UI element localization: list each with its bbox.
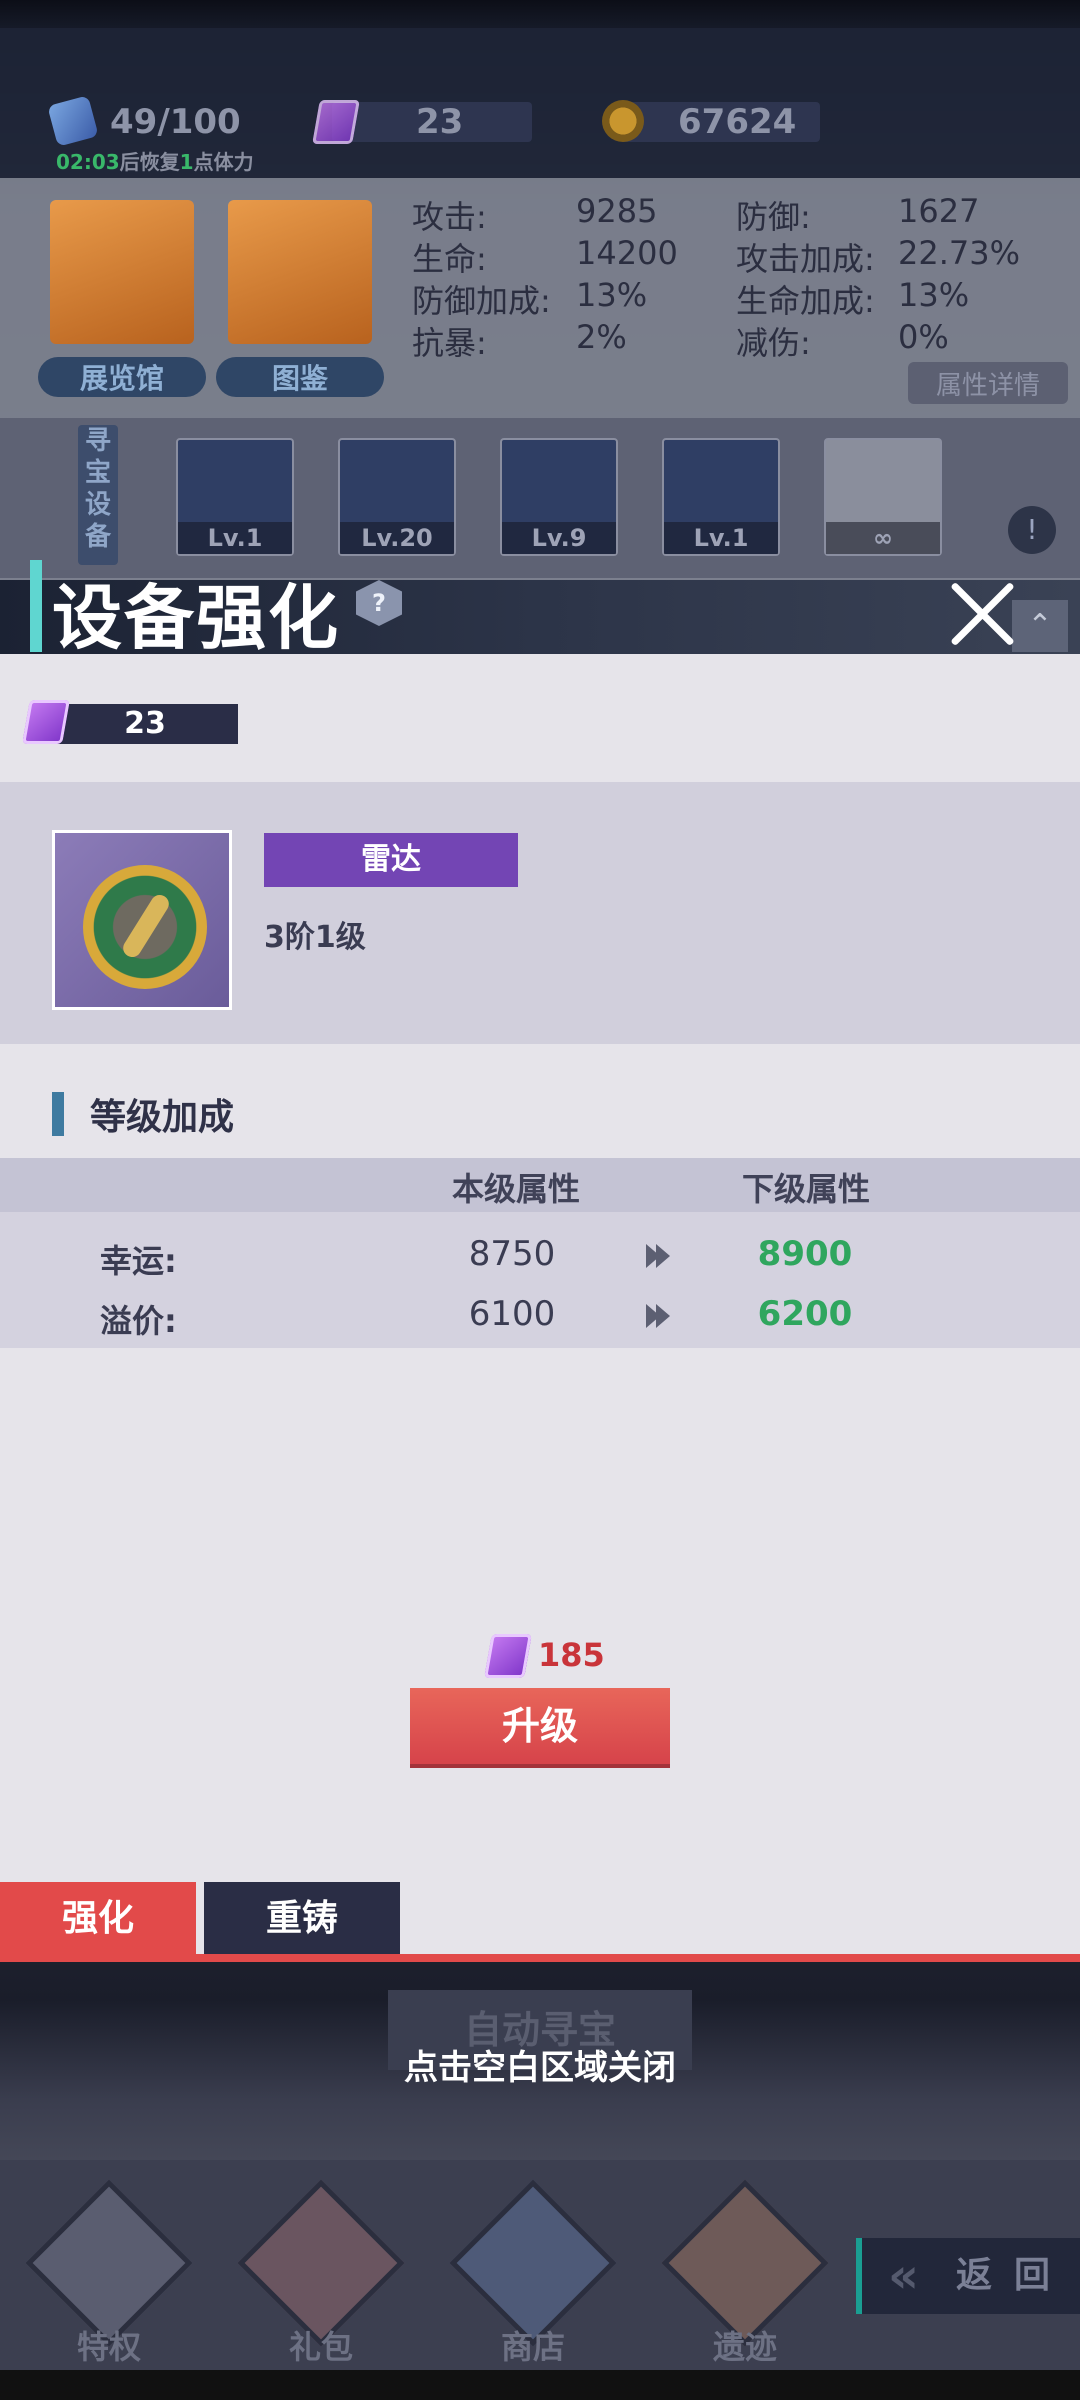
nav-privilege[interactable]: 特权: [24, 2179, 194, 2366]
stat-value: 13%: [576, 276, 648, 314]
tab-enhance[interactable]: 强化: [0, 1882, 196, 1956]
stat-value: 22.73%: [898, 234, 1021, 272]
attribute-current: 8750: [468, 1234, 556, 1274]
attribute-label: 溢价:: [100, 1302, 177, 1340]
nav-ruins[interactable]: 遗迹: [660, 2179, 830, 2366]
exhibition-hall-icon[interactable]: [50, 200, 194, 344]
info-icon[interactable]: !: [1008, 506, 1056, 554]
back-label: 返回: [956, 2255, 1073, 2296]
equipment-slot-lens[interactable]: Lv.9: [500, 438, 618, 556]
gem-value: 23: [416, 102, 464, 142]
codex-button[interactable]: 图鉴: [216, 357, 384, 397]
attribute-next: 6200: [757, 1294, 853, 1334]
upgrade-cost: 185: [538, 1636, 605, 1674]
gem-icon: [312, 100, 360, 144]
title-accent-bar: [30, 560, 42, 652]
equipment-level: ∞: [826, 522, 940, 554]
equipment-level: Lv.1: [664, 522, 778, 554]
equipment-level: Lv.1: [178, 522, 292, 554]
stat-value: 0%: [898, 318, 949, 356]
treasure-equipment-tab[interactable]: 寻宝设备: [78, 425, 118, 565]
equipment-slot-box[interactable]: Lv.20: [338, 438, 456, 556]
codex-icon[interactable]: [228, 200, 372, 344]
double-arrow-icon: [646, 1300, 676, 1330]
stat-value: 2%: [576, 318, 627, 356]
equipment-slot-compass[interactable]: Lv.1: [176, 438, 294, 556]
exhibition-hall-button[interactable]: 展览馆: [38, 357, 206, 397]
stat-label: 攻击加成:: [736, 240, 875, 278]
attribute-current: 6100: [468, 1294, 556, 1334]
stat-label: 抗暴:: [412, 324, 487, 362]
stat-label: 攻击:: [412, 198, 487, 236]
stamina-value: 49/100: [110, 102, 241, 142]
stat-value: 1627: [898, 192, 980, 230]
coin-resource: 67624: [600, 98, 820, 146]
stat-label: 生命加成:: [736, 282, 875, 320]
modal-title: 设备强化: [52, 577, 340, 659]
upgrade-button[interactable]: 升级: [410, 1688, 670, 1764]
stat-value: 13%: [898, 276, 970, 314]
nav-label: 遗迹: [712, 2328, 777, 2366]
stamina-timer: 02:03后恢复1点体力: [56, 150, 254, 174]
stamina-resource: 49/100: [47, 95, 250, 147]
column-next: 下级属性: [742, 1170, 871, 1208]
nav-label: 礼包: [288, 2328, 353, 2366]
stamina-icon: [47, 95, 99, 147]
gem-resource: 23: [312, 98, 532, 146]
item-tier: 3阶1级: [264, 920, 366, 955]
stat-label: 生命:: [412, 240, 487, 278]
stat-label: 防御:: [736, 198, 811, 236]
double-chevron-left-icon: «: [888, 2248, 920, 2304]
coin-value: 67624: [678, 102, 797, 142]
equipment-slot-map[interactable]: ∞: [824, 438, 942, 556]
stat-value: 14200: [576, 234, 678, 272]
tabs-underline: [0, 1954, 1080, 1962]
column-current: 本级属性: [452, 1170, 581, 1208]
attribute-label: 幸运:: [100, 1242, 177, 1280]
back-button[interactable]: « 返回: [856, 2238, 1080, 2314]
attribute-next: 8900: [757, 1234, 853, 1274]
close-icon[interactable]: [945, 576, 1021, 652]
double-arrow-icon: [646, 1240, 676, 1270]
close-hint: 点击空白区域关闭: [404, 2048, 676, 2088]
nav-gift-pack[interactable]: 礼包: [236, 2179, 406, 2366]
gem-icon: [484, 1634, 532, 1678]
equipment-level: Lv.9: [502, 522, 616, 554]
equipment-slot-scope[interactable]: Lv.1: [662, 438, 780, 556]
nav-label: 商店: [500, 2328, 565, 2366]
attribute-details-button[interactable]: 属性详情: [908, 362, 1068, 404]
tab-reforge[interactable]: 重铸: [204, 1882, 400, 1956]
stat-value: 9285: [576, 192, 658, 230]
nav-label: 特权: [76, 2328, 141, 2366]
section-title: 等级加成: [90, 1097, 235, 1138]
equipment-level: Lv.20: [340, 522, 454, 554]
coin-icon: [602, 100, 644, 142]
nav-shop[interactable]: 商店: [448, 2179, 618, 2366]
stat-label: 减伤:: [736, 324, 811, 362]
stat-label: 防御加成:: [412, 282, 551, 320]
currency-value: 23: [124, 706, 166, 741]
radar-item-icon: [52, 830, 232, 1010]
section-marker: [52, 1092, 64, 1136]
item-name-badge: 雷达: [264, 833, 518, 887]
